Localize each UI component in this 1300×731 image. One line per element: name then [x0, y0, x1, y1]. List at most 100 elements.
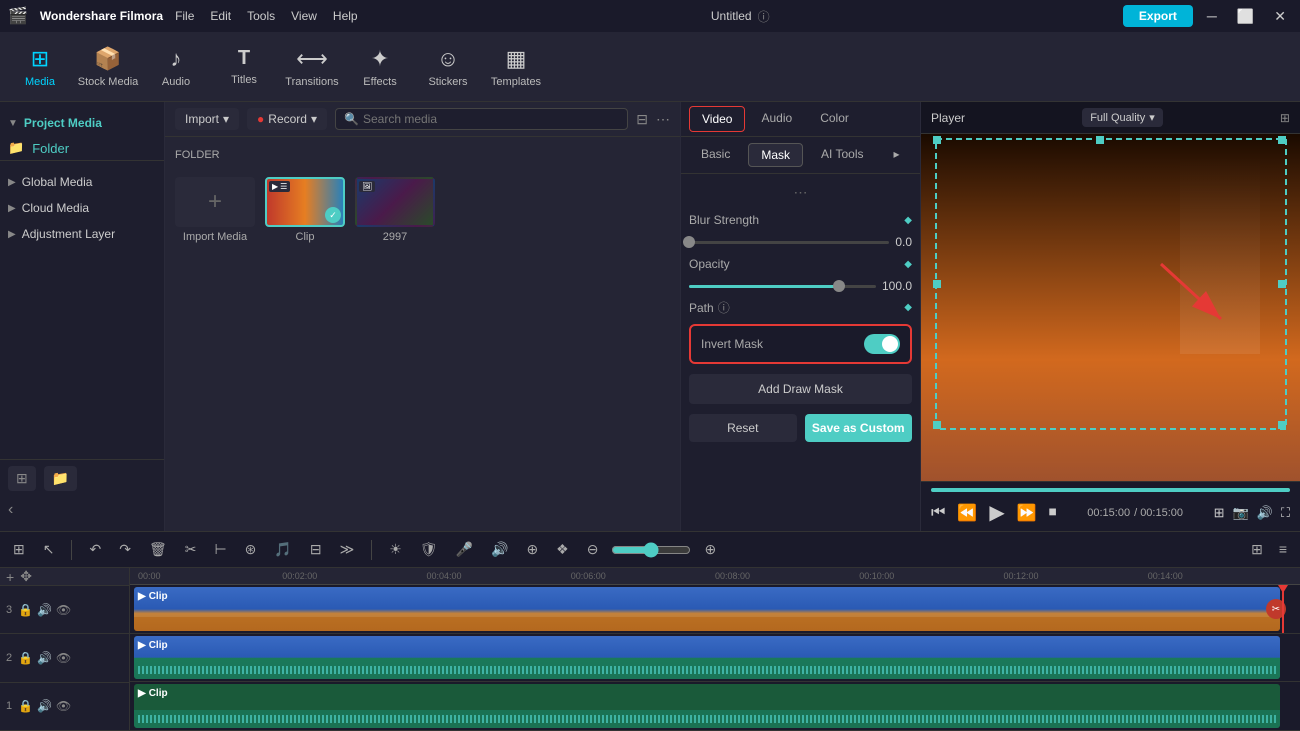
blur-knob[interactable] — [683, 236, 695, 248]
opacity-slider[interactable] — [689, 277, 876, 295]
new-folder-button[interactable]: ⊞ — [8, 466, 36, 491]
track-1-eye-icon[interactable]: 👁 — [56, 699, 71, 713]
menu-view[interactable]: View — [291, 9, 317, 23]
track-3-lock-icon[interactable]: 🔒 — [18, 603, 33, 617]
add-draw-mask-button[interactable]: Add Draw Mask — [689, 374, 912, 404]
audio-mix-icon[interactable]: 🎵 — [269, 538, 296, 561]
track-3-eye-icon[interactable]: 👁 — [56, 603, 71, 617]
delete-button[interactable]: 🗑 — [144, 538, 172, 561]
tab-video[interactable]: Video — [689, 106, 745, 132]
folder-label[interactable]: 📁 Folder — [0, 136, 164, 161]
import-media-thumb[interactable]: + — [175, 177, 255, 227]
import-button[interactable]: Import ▾ — [175, 108, 239, 130]
toolbar-media[interactable]: ⊞ Media — [8, 36, 72, 98]
menu-edit[interactable]: Edit — [210, 9, 231, 23]
play-button[interactable]: ▶ — [989, 500, 1004, 525]
menu-file[interactable]: File — [175, 9, 194, 23]
track-3-audio-icon[interactable]: 🔊 — [37, 603, 52, 617]
path-keyframe-icon[interactable]: ◆ — [904, 302, 912, 313]
split2-button[interactable]: ⊕ — [521, 538, 543, 561]
zoom-slider[interactable] — [611, 542, 691, 558]
track-2-audio-icon[interactable]: 🔊 — [37, 651, 52, 665]
save-custom-button[interactable]: Save as Custom — [805, 414, 913, 442]
sub-tab-more[interactable]: ▸ — [881, 143, 911, 167]
image-thumb[interactable]: 🖼 — [355, 177, 435, 227]
tab-audio[interactable]: Audio — [749, 106, 804, 132]
screenshot-button[interactable]: 📷 — [1233, 505, 1249, 521]
toolbar-audio[interactable]: ♪ Audio — [144, 36, 208, 98]
step-forward-button[interactable]: ⏩ — [1017, 503, 1037, 523]
filter-icon[interactable]: ⊟ — [636, 111, 648, 128]
clip-thumb[interactable]: ▶☰ ✓ — [265, 177, 345, 227]
brightness-button[interactable]: ☀ — [384, 538, 407, 561]
list-item[interactable]: ▶☰ ✓ Clip — [265, 177, 345, 243]
layout-more-button[interactable]: ≡ — [1274, 538, 1292, 561]
step-back-button[interactable]: ⏪ — [957, 503, 977, 523]
cut-button[interactable]: ✂ — [180, 538, 202, 561]
sidebar-item-global-media[interactable]: ▶ Global Media — [0, 169, 164, 195]
toolbar-transitions[interactable]: ⟷ Transitions — [280, 36, 344, 98]
blur-keyframe-icon[interactable]: ◆ — [904, 215, 912, 226]
toolbar-stock[interactable]: 📦 Stock Media — [76, 36, 140, 98]
track-1-lock-icon[interactable]: 🔒 — [18, 699, 33, 713]
sidebar-item-project-media[interactable]: ▼ Project Media — [0, 110, 164, 136]
zoom-in-button[interactable]: ⊕ — [699, 538, 721, 561]
more-options-icon[interactable]: ⋯ — [656, 111, 670, 128]
crop-button[interactable]: ⊞ — [1214, 505, 1225, 521]
track-2-clip[interactable]: ▶Clip — [134, 636, 1280, 680]
group-button[interactable]: ❖ — [551, 538, 574, 561]
quality-select[interactable]: Full Quality ▾ — [1082, 108, 1163, 127]
layout-grid-button[interactable]: ⊞ — [1246, 538, 1268, 561]
export-button[interactable]: Export — [1123, 5, 1193, 27]
zoom-out-button[interactable]: ⊖ — [582, 538, 604, 561]
maximize-button[interactable]: ⬜ — [1231, 6, 1260, 27]
more-tl-button[interactable]: ≫ — [335, 538, 360, 561]
blur-slider[interactable] — [689, 233, 889, 251]
opacity-keyframe-icon[interactable]: ◆ — [904, 259, 912, 270]
sidebar-collapse[interactable]: ‹ — [0, 497, 164, 523]
track-1-audio-icon[interactable]: 🔊 — [37, 699, 52, 713]
close-button[interactable]: ✕ — [1268, 6, 1292, 27]
track-3-clip[interactable]: ▶Clip — [134, 587, 1280, 631]
sidebar-item-adjustment-layer[interactable]: ▶ Adjustment Layer — [0, 221, 164, 247]
sub-tab-basic[interactable]: Basic — [689, 143, 742, 167]
expand-player-icon[interactable]: ⊞ — [1280, 111, 1290, 125]
volume-button[interactable]: 🔊 — [1257, 505, 1273, 521]
select-tool[interactable]: ↖ — [38, 538, 60, 561]
record-button[interactable]: ● Record ▾ — [247, 108, 327, 130]
cursor-icon[interactable]: ✥ — [20, 568, 32, 585]
progress-bar[interactable] — [931, 488, 1290, 492]
redo-button[interactable]: ↷ — [114, 538, 136, 561]
toolbar-templates[interactable]: ▦ Templates — [484, 36, 548, 98]
track-2-lock-icon[interactable]: 🔒 — [18, 651, 33, 665]
list-item[interactable]: 🖼 2997 — [355, 177, 435, 243]
fullscreen-button[interactable]: ⛶ — [1281, 505, 1290, 521]
track-2-eye-icon[interactable]: 👁 — [56, 651, 71, 665]
grid-view-button[interactable]: ⊞ — [8, 538, 30, 561]
undo-button[interactable]: ↶ — [84, 538, 106, 561]
toolbar-stickers[interactable]: ☺ Stickers — [416, 36, 480, 98]
list-item[interactable]: + Import Media — [175, 177, 255, 243]
trim-button[interactable]: ⊟ — [305, 538, 327, 561]
search-input[interactable] — [363, 112, 619, 126]
toolbar-effects[interactable]: ✦ Effects — [348, 36, 412, 98]
minimize-button[interactable]: ─ — [1201, 6, 1223, 26]
opacity-knob[interactable] — [833, 280, 845, 292]
mic-button[interactable]: 🎤 — [451, 538, 478, 561]
menu-help[interactable]: Help — [333, 9, 358, 23]
add-folder-button[interactable]: 📁 — [44, 466, 77, 491]
menu-tools[interactable]: Tools — [247, 9, 275, 23]
tab-color[interactable]: Color — [808, 106, 861, 132]
sidebar-item-cloud-media[interactable]: ▶ Cloud Media — [0, 195, 164, 221]
track-1-clip[interactable]: ▶Clip — [134, 684, 1280, 728]
skip-back-button[interactable]: ⏮ — [931, 504, 945, 522]
stop-button[interactable]: ⏹ — [1049, 504, 1057, 522]
shield-button[interactable]: 🛡 — [415, 538, 443, 561]
sub-tab-mask[interactable]: Mask — [748, 143, 803, 167]
add-track-button[interactable]: + — [6, 569, 14, 585]
invert-mask-toggle[interactable] — [864, 334, 900, 354]
audio-button[interactable]: 🔊 — [486, 538, 513, 561]
speed-button[interactable]: ⊛ — [240, 538, 262, 561]
reset-button[interactable]: Reset — [689, 414, 797, 442]
split-button[interactable]: ⊢ — [209, 538, 231, 561]
